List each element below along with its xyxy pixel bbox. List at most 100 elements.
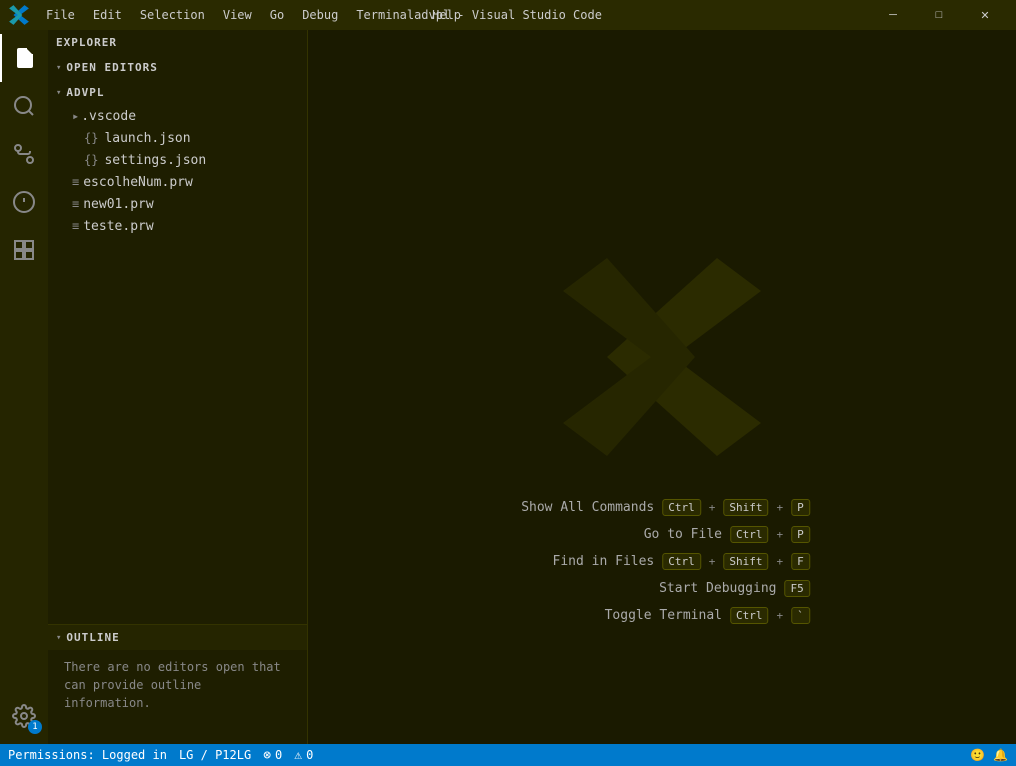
smiley-button[interactable]: 🙂 [970, 748, 985, 762]
warning-icon: ⚠ [294, 748, 302, 763]
permissions-text: Permissions: Logged in [8, 748, 167, 762]
minimize-button[interactable]: ─ [870, 0, 916, 30]
activity-extensions[interactable] [0, 226, 48, 274]
folder-arrow-icon: ▸ [72, 109, 79, 123]
find-f-key: F [791, 553, 810, 570]
settings-json-label: settings.json [104, 153, 206, 168]
menu-selection[interactable]: Selection [132, 6, 213, 24]
goto-p-key: P [791, 526, 810, 543]
new01-item[interactable]: ≡ new01.prw [48, 193, 307, 215]
show-all-commands-row: Show All Commands Ctrl + Shift + P [514, 499, 810, 516]
titlebar: File Edit Selection View Go Debug Termin… [0, 0, 1016, 30]
plus2: + [777, 501, 784, 514]
find-plus1: + [709, 555, 716, 568]
commands-panel: Show All Commands Ctrl + Shift + P Go to… [514, 499, 810, 624]
escolhenum-item[interactable]: ≡ escolheNum.prw [48, 171, 307, 193]
debug-f5-key: F5 [785, 580, 810, 597]
activity-bar: 1 [0, 30, 48, 744]
advpl-label: ADVPL [66, 86, 104, 99]
workspace-text: LG / P12LG [179, 748, 251, 762]
activity-debug[interactable] [0, 178, 48, 226]
warning-count-text: 0 [306, 748, 313, 762]
prw3-icon: ≡ [72, 219, 79, 233]
term-backtick-key: ` [791, 607, 810, 624]
close-button[interactable]: ✕ [962, 0, 1008, 30]
search-icon [12, 94, 36, 118]
warning-count-item[interactable]: ⚠ 0 [294, 748, 313, 763]
bell-icon: 🔔 [993, 748, 1008, 762]
cmd-p-key: P [791, 499, 810, 516]
extensions-icon [12, 238, 36, 262]
vscode-folder-label: .vscode [81, 109, 136, 124]
json-icon: {} [84, 131, 98, 145]
menu-edit[interactable]: Edit [85, 6, 130, 24]
activity-files[interactable] [0, 34, 48, 82]
vscode-folder-item[interactable]: ▸ .vscode [48, 105, 307, 127]
debug-icon [12, 190, 36, 214]
advpl-arrow: ▾ [56, 88, 62, 98]
find-in-files-row: Find in Files Ctrl + Shift + F [514, 553, 810, 570]
maximize-button[interactable]: □ [916, 0, 962, 30]
activity-search[interactable] [0, 82, 48, 130]
start-debugging-row: Start Debugging F5 [514, 580, 810, 597]
error-icon: ⊗ [263, 748, 271, 763]
vscode-logo-icon [8, 4, 30, 26]
titlebar-left: File Edit Selection View Go Debug Termin… [8, 4, 469, 26]
show-all-commands-label: Show All Commands [514, 500, 654, 515]
outline-header[interactable]: ▾ OUTLINE [48, 625, 307, 650]
outline-empty-text: There are no editors open that can provi… [48, 650, 307, 720]
find-in-files-label: Find in Files [514, 554, 654, 569]
teste-item[interactable]: ≡ teste.prw [48, 215, 307, 237]
main-area: 1 EXPLORER ▾ OPEN EDITORS ▾ ADVPL ▸ .vsc… [0, 30, 1016, 744]
permissions-item[interactable]: Permissions: Logged in [8, 748, 167, 762]
editor-watermark-icon [552, 247, 772, 467]
find-plus2: + [777, 555, 784, 568]
settings-json-item[interactable]: {} settings.json [48, 149, 307, 171]
window-controls: ─ □ ✕ [870, 0, 1008, 30]
bell-button[interactable]: 🔔 [993, 748, 1008, 762]
outline-label: OUTLINE [66, 631, 119, 644]
advpl-section-header[interactable]: ▾ ADVPL [48, 80, 307, 105]
open-editors-label: OPEN EDITORS [66, 61, 157, 74]
activity-source-control[interactable] [0, 130, 48, 178]
statusbar-right: 🙂 🔔 [970, 748, 1008, 762]
find-ctrl-key: Ctrl [662, 553, 701, 570]
menu-go[interactable]: Go [262, 6, 292, 24]
smiley-icon: 🙂 [970, 748, 985, 762]
files-icon [13, 46, 37, 70]
prw2-icon: ≡ [72, 197, 79, 211]
plus1: + [709, 501, 716, 514]
term-plus: + [777, 609, 784, 622]
menu-terminal[interactable]: Terminal [348, 6, 422, 24]
launch-json-item[interactable]: {} launch.json [48, 127, 307, 149]
prw1-icon: ≡ [72, 175, 79, 189]
go-to-file-row: Go to File Ctrl + P [514, 526, 810, 543]
explorer-label: EXPLORER [56, 36, 117, 49]
escolhenum-label: escolheNum.prw [83, 175, 193, 190]
outline-arrow: ▾ [56, 633, 62, 643]
launch-json-label: launch.json [104, 131, 190, 146]
outline-section: ▾ OUTLINE There are no editors open that… [48, 624, 307, 744]
go-to-file-label: Go to File [582, 527, 722, 542]
menu-debug[interactable]: Debug [294, 6, 346, 24]
settings-badge: 1 [28, 720, 42, 734]
toggle-terminal-label: Toggle Terminal [582, 608, 722, 623]
error-count-item[interactable]: ⊗ 0 [263, 748, 282, 763]
menu-file[interactable]: File [38, 6, 83, 24]
workspace-item[interactable]: LG / P12LG [179, 748, 251, 762]
start-debugging-label: Start Debugging [637, 581, 777, 596]
statusbar-left: Permissions: Logged in LG / P12LG ⊗ 0 ⚠ … [8, 748, 313, 763]
term-ctrl-key: Ctrl [730, 607, 769, 624]
activity-settings[interactable]: 1 [0, 692, 48, 740]
menu-view[interactable]: View [215, 6, 260, 24]
goto-ctrl-key: Ctrl [730, 526, 769, 543]
error-count-text: 0 [275, 748, 282, 762]
open-editors-header[interactable]: ▾ OPEN EDITORS [48, 55, 307, 80]
sidebar-explorer: EXPLORER ▾ OPEN EDITORS ▾ ADVPL ▸ .vscod… [48, 30, 307, 624]
explorer-header[interactable]: EXPLORER [48, 30, 307, 55]
goto-plus: + [777, 528, 784, 541]
editor-area: Show All Commands Ctrl + Shift + P Go to… [308, 30, 1016, 744]
statusbar: Permissions: Logged in LG / P12LG ⊗ 0 ⚠ … [0, 744, 1016, 766]
json2-icon: {} [84, 153, 98, 167]
cmd-ctrl-key[interactable]: Ctrl [662, 499, 701, 516]
